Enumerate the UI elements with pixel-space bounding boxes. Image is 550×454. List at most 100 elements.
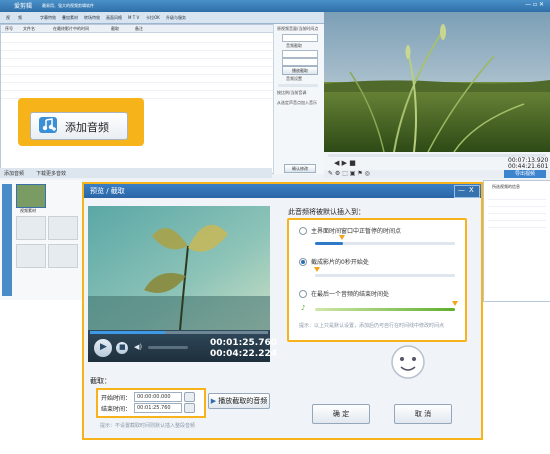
table-row[interactable] (1, 35, 273, 43)
insert-heading: 此音频将被默认插入到： (288, 208, 365, 216)
table-row[interactable] (1, 59, 273, 67)
mascot-icon (391, 345, 425, 379)
side-label-pitch: 按比例/当前音调 (277, 90, 307, 95)
option-start-label[interactable]: 截成影片的0秒开始处 (311, 257, 369, 266)
option-end-label[interactable]: 在最后一个音频的结束时间处 (311, 289, 389, 298)
dialog-title-bar: 预览 / 截取 (84, 184, 481, 198)
option-end-radio[interactable] (299, 290, 307, 298)
ok-button[interactable]: 确 定 (312, 404, 370, 424)
dialog-video-preview (88, 206, 270, 330)
play-icon: ▶ (100, 342, 107, 352)
option-end-track (315, 308, 455, 311)
col-time: 在最终影片中的时间 (53, 26, 89, 31)
audio-tools-bar: 添加音频 下载更多音效 (0, 168, 272, 178)
play-cut-audio-button[interactable]: ▶ 播放截取的音频 (208, 393, 270, 409)
side-label-addmusic[interactable]: 从选定声音点加入音乐 (277, 100, 317, 106)
cut-time-box: 开始时间： 00:00:00.000 结束时间： 00:01:25.760 (96, 388, 206, 418)
confirm-edit-button[interactable]: 确认修改 (284, 164, 316, 173)
close-icon[interactable]: X (469, 186, 474, 194)
timeline-clip-thumbnail[interactable] (16, 184, 46, 208)
tab-karaoke[interactable]: 卡拉OK (146, 13, 160, 22)
col-index: 序号 (5, 26, 13, 31)
app-subtitle: 最易用、强大的视频剪辑软件 (42, 3, 94, 8)
list-header: 序号 文件名 在最终影片中的时间 截取 备注 (1, 25, 273, 33)
start-time-label: 开始时间： (101, 395, 132, 402)
add-audio-small-button[interactable]: 添加音频 (4, 170, 24, 177)
cut-start-field[interactable] (282, 50, 318, 58)
dialog-volume-slider[interactable] (148, 346, 188, 349)
window-controls[interactable]: — ▫ ✕ (525, 1, 544, 8)
tab-audio[interactable]: 频 (18, 13, 22, 22)
cut-end-field[interactable] (282, 58, 318, 66)
tab-mtv[interactable]: M T V (128, 13, 139, 22)
current-time-field[interactable] (282, 34, 318, 42)
option-pause-fill (315, 242, 343, 245)
table-row[interactable] (1, 67, 273, 75)
timeline-slot[interactable] (16, 216, 46, 240)
insert-tip: 提示：以上只是默认设置，添加后仍可自行在时间线中修改时间点 (299, 323, 445, 329)
end-time-label: 结束时间： (101, 406, 132, 413)
cut-hint: 提示：不设置截取时间则默认插入整段音频 (100, 423, 196, 429)
video-preview (324, 12, 550, 152)
cancel-button[interactable]: 取 消 (394, 404, 452, 424)
timeline-slot[interactable] (48, 216, 78, 240)
pause-marker-icon (339, 235, 345, 240)
start-time-input[interactable]: 00:00:00.000 (134, 392, 182, 402)
timeline-slot[interactable] (48, 244, 78, 268)
set-end-icon[interactable] (184, 403, 195, 413)
download-effects-button[interactable]: 下载更多音效 (36, 170, 66, 177)
app-title: 爱剪辑 (14, 3, 33, 10)
music-note-icon (39, 117, 57, 133)
volume-icon[interactable]: ◀) (134, 343, 142, 351)
dialog-close-controls: — X (454, 185, 480, 198)
preview-toolbar: ✎ ⚙ ⬚ ▣ ⚑ ◎ 导出视频 (324, 170, 550, 178)
set-start-icon[interactable] (184, 392, 195, 402)
play-button[interactable]: ▶ (94, 339, 112, 357)
preview-total-time: 00:44:21.601 (508, 163, 549, 170)
tab-subtitles[interactable]: 字幕特效 (40, 13, 56, 22)
stop-button[interactable]: ■ (116, 342, 128, 354)
option-pause-point-label[interactable]: 主界面时间窗口中正暂停的时间点 (311, 226, 401, 235)
table-row[interactable] (1, 75, 273, 83)
tab-transitions[interactable]: 转场特效 (84, 13, 100, 22)
grass-image (324, 12, 550, 152)
option-start-radio[interactable] (299, 258, 307, 266)
volume-slider[interactable] (278, 84, 318, 87)
leaf-image (88, 206, 270, 330)
table-row[interactable] (1, 43, 273, 51)
dialog-video-controls: ▶ ■ ◀) 00:01:25.760 00:04:22.224 (88, 330, 277, 362)
tab-overlay[interactable]: 叠加素材 (62, 13, 78, 22)
timeline-slot[interactable] (16, 244, 46, 268)
start-marker-icon (314, 267, 320, 272)
preview-play-icon[interactable]: ◀ ▶ ■ (334, 159, 356, 167)
dialog-seek-track[interactable] (90, 331, 268, 334)
insert-options: 主界面时间窗口中正暂停的时间点 截成影片的0秒开始处 在最后一个音频的结束时间处… (287, 218, 467, 342)
play-cut-button[interactable]: 播放截取 (282, 66, 318, 75)
clip-info-rows (488, 193, 546, 233)
dialog-total-time: 00:04:22.224 (210, 349, 277, 359)
minimize-icon[interactable]: — (458, 186, 465, 194)
col-cut: 截取 (111, 26, 119, 31)
add-audio-button[interactable]: 添加音频 (30, 112, 128, 140)
col-note: 备注 (135, 26, 143, 31)
export-video-button[interactable]: 导出视频 (504, 170, 546, 178)
preview-tool-icons[interactable]: ✎ ⚙ ⬚ ▣ ⚑ ◎ (328, 170, 370, 177)
music-note-small-icon: ♪ (301, 304, 306, 312)
clip-info-panel: 所选视频的信息 (483, 180, 550, 302)
end-time-input[interactable]: 00:01:25.760 (134, 403, 182, 413)
timeline-panel: 视频素材 (0, 180, 82, 300)
preview-controls: ◀ ▶ ■ 00:07:13.920 00:44:21.601 (324, 152, 550, 170)
option-pause-point-radio[interactable] (299, 227, 307, 235)
tab-video[interactable]: 视 (6, 13, 10, 22)
option-start-track (315, 274, 455, 277)
side-label-cut: 音频截取 (286, 43, 302, 48)
timeline-side-tab[interactable] (2, 184, 12, 296)
table-row[interactable] (1, 51, 273, 59)
end-marker-icon (452, 301, 458, 306)
stop-icon: ■ (119, 343, 126, 351)
side-label-time: 原视频音量/当前时间点 (277, 26, 319, 31)
tab-upgrade[interactable]: 升级与服务 (166, 13, 186, 22)
tab-styles[interactable]: 画面风格 (106, 13, 122, 22)
title-bar: 爱剪辑 最易用、强大的视频剪辑软件 — ▫ ✕ (0, 0, 550, 12)
table-row[interactable] (1, 83, 273, 91)
